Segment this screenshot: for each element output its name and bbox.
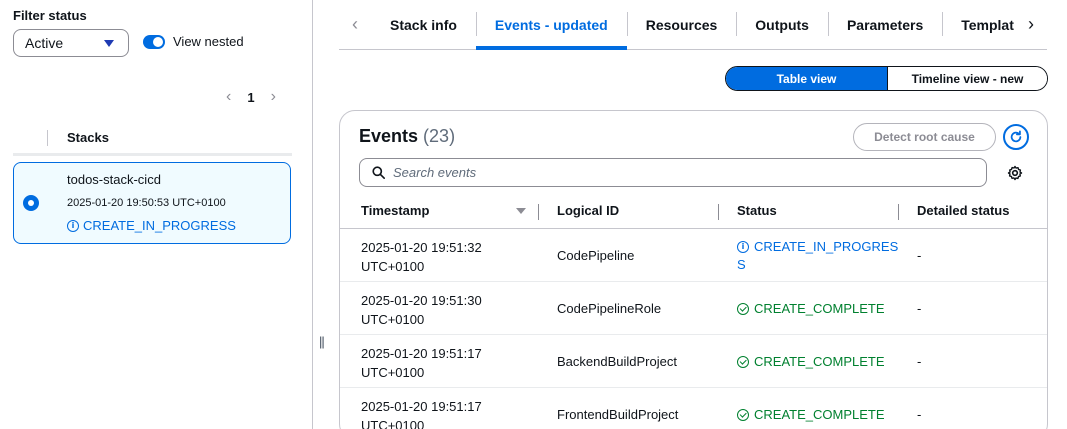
- table-row: 2025-01-20 19:51:17 UTC+0100 FrontendBui…: [340, 388, 1047, 429]
- timestamp-zone: UTC+0100: [361, 259, 425, 274]
- stacks-panel: Filter status Active View nested ‹ 1 › S…: [0, 0, 313, 429]
- timestamp-date: 2025-01-20 19:51:32: [361, 240, 482, 255]
- tab-outputs[interactable]: Outputs: [736, 0, 828, 49]
- status-text: CREATE_IN_PROGRES S: [737, 238, 899, 274]
- timestamp-zone: UTC+0100: [361, 312, 425, 327]
- filter-status-select[interactable]: Active: [13, 29, 129, 57]
- timestamp-date: 2025-01-20 19:51:30: [361, 293, 482, 308]
- table-row: 2025-01-20 19:51:30 UTC+0100 CodePipelin…: [340, 282, 1047, 335]
- tab-parameters[interactable]: Parameters: [827, 0, 942, 49]
- check-circle-icon: [737, 408, 749, 421]
- sort-descending-icon[interactable]: [516, 208, 526, 214]
- table-view-button[interactable]: Table view: [726, 67, 887, 90]
- refresh-icon: [1010, 130, 1022, 143]
- tabs-scroll-right-icon[interactable]: ›: [1015, 0, 1047, 49]
- detailed-status-cell: -: [917, 301, 922, 316]
- info-icon: i: [737, 241, 749, 253]
- page-number[interactable]: 1: [247, 90, 254, 105]
- gear-icon: [1007, 165, 1023, 181]
- status-text: CREATE_COMPLETE: [754, 301, 885, 316]
- status-cell: i CREATE_IN_PROGRES S: [737, 238, 898, 274]
- timestamp-cell: 2025-01-20 19:51:17 UTC+0100: [361, 397, 501, 429]
- table-settings-button[interactable]: [1007, 165, 1023, 181]
- refresh-button[interactable]: [1003, 124, 1029, 150]
- timestamp-cell: 2025-01-20 19:51:17 UTC+0100: [361, 344, 501, 382]
- tab-resources[interactable]: Resources: [626, 0, 737, 49]
- status-cell: CREATE_COMPLETE: [737, 335, 885, 388]
- chevron-right-icon[interactable]: ›: [271, 88, 276, 106]
- column-divider[interactable]: [538, 204, 539, 220]
- tabs-scroll-left-icon[interactable]: ‹: [339, 0, 371, 49]
- search-icon: [372, 166, 385, 179]
- stack-radio-button[interactable]: [23, 195, 39, 211]
- table-row: 2025-01-20 19:51:32 UTC+0100 CodePipelin…: [340, 229, 1047, 282]
- logical-id-cell: BackendBuildProject: [557, 354, 677, 369]
- events-count: (23): [423, 126, 456, 146]
- column-header-logical-id[interactable]: Logical ID: [557, 203, 619, 218]
- detailed-status-cell: -: [917, 407, 922, 422]
- check-circle-icon: [737, 302, 749, 315]
- events-table: Timestamp Logical ID Status Detailed sta…: [340, 193, 1047, 429]
- stack-status-text: CREATE_IN_PROGRESS: [83, 218, 236, 233]
- status-text: CREATE_COMPLETE: [754, 407, 885, 422]
- status-cell: CREATE_COMPLETE: [737, 388, 885, 429]
- caret-down-icon: [104, 40, 114, 47]
- detailed-status-cell: -: [917, 248, 922, 263]
- tab-stack-info[interactable]: Stack info: [371, 0, 476, 49]
- timestamp-cell: 2025-01-20 19:51:32 UTC+0100: [361, 238, 501, 276]
- pagination: ‹ 1 ›: [226, 88, 276, 106]
- stack-status: i CREATE_IN_PROGRESS: [67, 218, 236, 233]
- column-header-timestamp[interactable]: Timestamp: [361, 203, 429, 218]
- chevron-left-icon[interactable]: ‹: [226, 88, 231, 106]
- stack-item[interactable]: todos-stack-cicd 2025-01-20 19:50:53 UTC…: [13, 162, 291, 244]
- timestamp-date: 2025-01-20 19:51:17: [361, 346, 482, 361]
- search-events-input[interactable]: [393, 165, 953, 180]
- timestamp-zone: UTC+0100: [361, 365, 425, 380]
- column-divider: [47, 130, 48, 146]
- view-nested-toggle[interactable]: [143, 34, 165, 49]
- timeline-view-button[interactable]: Timeline view - new: [887, 67, 1047, 90]
- timestamp-cell: 2025-01-20 19:51:30 UTC+0100: [361, 291, 501, 329]
- stacks-table-header: Stacks: [13, 124, 292, 156]
- tab-events[interactable]: Events - updated: [475, 0, 627, 50]
- detect-root-cause-button[interactable]: Detect root cause: [853, 123, 996, 151]
- stack-tabs: ‹ Stack info Events - updated Resources …: [339, 0, 1047, 50]
- stack-timestamp: 2025-01-20 19:50:53 UTC+0100: [67, 197, 226, 209]
- logical-id-cell: CodePipelineRole: [557, 301, 662, 316]
- events-container: Events (23) Detect root cause Timestamp …: [339, 110, 1048, 429]
- panel-resize-handle[interactable]: ||: [319, 334, 325, 349]
- stack-name[interactable]: todos-stack-cicd: [67, 172, 161, 187]
- status-text-line1: CREATE_IN_PROGRES: [754, 239, 899, 254]
- status-text: CREATE_COMPLETE: [754, 354, 885, 369]
- logical-id-cell: FrontendBuildProject: [557, 407, 679, 422]
- search-events-field: [359, 158, 987, 187]
- column-header-status[interactable]: Status: [737, 203, 777, 218]
- timestamp-date: 2025-01-20 19:51:17: [361, 399, 482, 414]
- info-icon: i: [67, 219, 79, 232]
- logical-id-cell: CodePipeline: [557, 248, 635, 263]
- events-title: Events: [359, 126, 419, 146]
- detailed-status-cell: -: [917, 354, 922, 369]
- stacks-column-header: Stacks: [67, 130, 109, 145]
- events-table-header: Timestamp Logical ID Status Detailed sta…: [340, 193, 1047, 229]
- column-header-detailed-status[interactable]: Detailed status: [917, 203, 1009, 218]
- filter-status-label: Filter status: [13, 8, 87, 23]
- view-mode-toggle: Table view Timeline view - new: [725, 66, 1048, 91]
- column-divider[interactable]: [718, 204, 719, 220]
- status-cell: CREATE_COMPLETE: [737, 282, 885, 335]
- view-nested-label: View nested: [173, 34, 244, 49]
- timestamp-zone: UTC+0100: [361, 418, 425, 429]
- view-nested-control: View nested: [143, 34, 244, 49]
- events-heading: Events (23): [359, 126, 455, 147]
- column-divider[interactable]: [898, 204, 899, 220]
- check-circle-icon: [737, 355, 749, 368]
- table-row: 2025-01-20 19:51:17 UTC+0100 BackendBuil…: [340, 335, 1047, 388]
- status-text-line2: S: [737, 257, 746, 272]
- filter-status-value: Active: [25, 35, 64, 51]
